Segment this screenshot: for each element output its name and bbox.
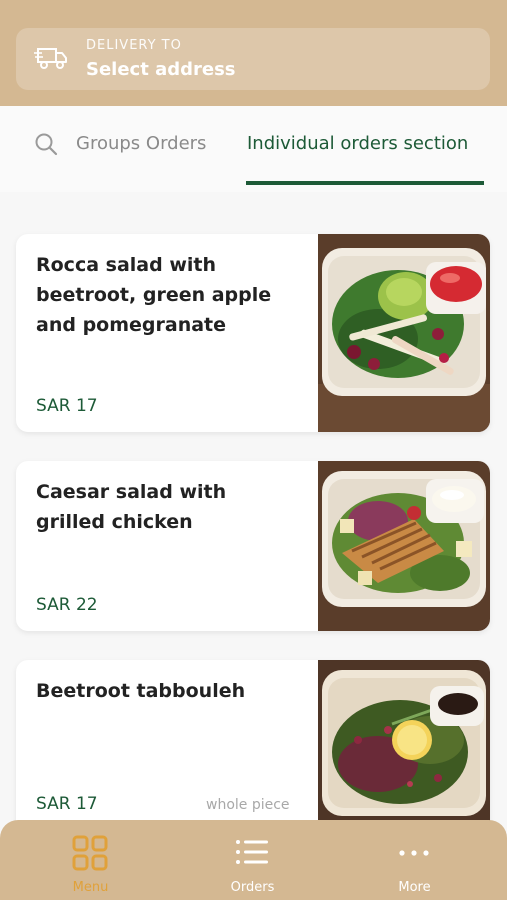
salad-photo — [318, 461, 490, 631]
address-value[interactable]: Select address — [86, 59, 236, 80]
order-type-tabs: Groups Orders Individual orders section — [0, 106, 507, 192]
active-tab-indicator — [246, 181, 484, 185]
menu-item-price: SAR 22 — [36, 595, 98, 615]
menu-item-card[interactable]: Caesar salad with grilled chicken SAR 22 — [16, 461, 490, 631]
header-bar: DELIVERY TO Select address — [0, 0, 507, 106]
menu-item-title: Beetroot tabbouleh — [36, 680, 246, 702]
menu-item-title: Caesar salad with grilled chicken — [36, 481, 227, 533]
nav-menu[interactable]: Menu — [6, 820, 175, 900]
menu-item-card[interactable]: Rocca salad with beetroot, green apple a… — [16, 234, 490, 432]
app-screen: DELIVERY TO Select address Groups Orders… — [0, 0, 507, 900]
nav-orders[interactable]: Orders — [168, 820, 337, 900]
more-icon — [399, 850, 429, 856]
menu-item-title: Rocca salad with beetroot, green apple a… — [36, 254, 272, 336]
bottom-navigation: Menu Orders More — [0, 820, 507, 900]
delivery-label: DELIVERY TO — [86, 38, 182, 53]
nav-orders-label: Orders — [230, 880, 275, 895]
nav-more-label: More — [398, 880, 431, 895]
menu-item-price: SAR 17 — [36, 396, 98, 416]
delivery-truck-icon — [34, 48, 67, 69]
tab-groups-orders[interactable]: Groups Orders — [76, 133, 206, 154]
tab-individual-orders[interactable]: Individual orders section — [247, 133, 468, 154]
nav-menu-label: Menu — [72, 880, 109, 895]
grid-icon — [72, 835, 108, 871]
search-icon[interactable] — [34, 132, 58, 156]
nav-more[interactable]: More — [330, 820, 499, 900]
menu-item-price: SAR 17 — [36, 794, 98, 814]
salad-photo — [318, 234, 490, 432]
delivery-address-selector[interactable]: DELIVERY TO Select address — [16, 28, 490, 90]
list-icon — [236, 840, 268, 864]
portion-note: whole piece — [206, 797, 290, 813]
